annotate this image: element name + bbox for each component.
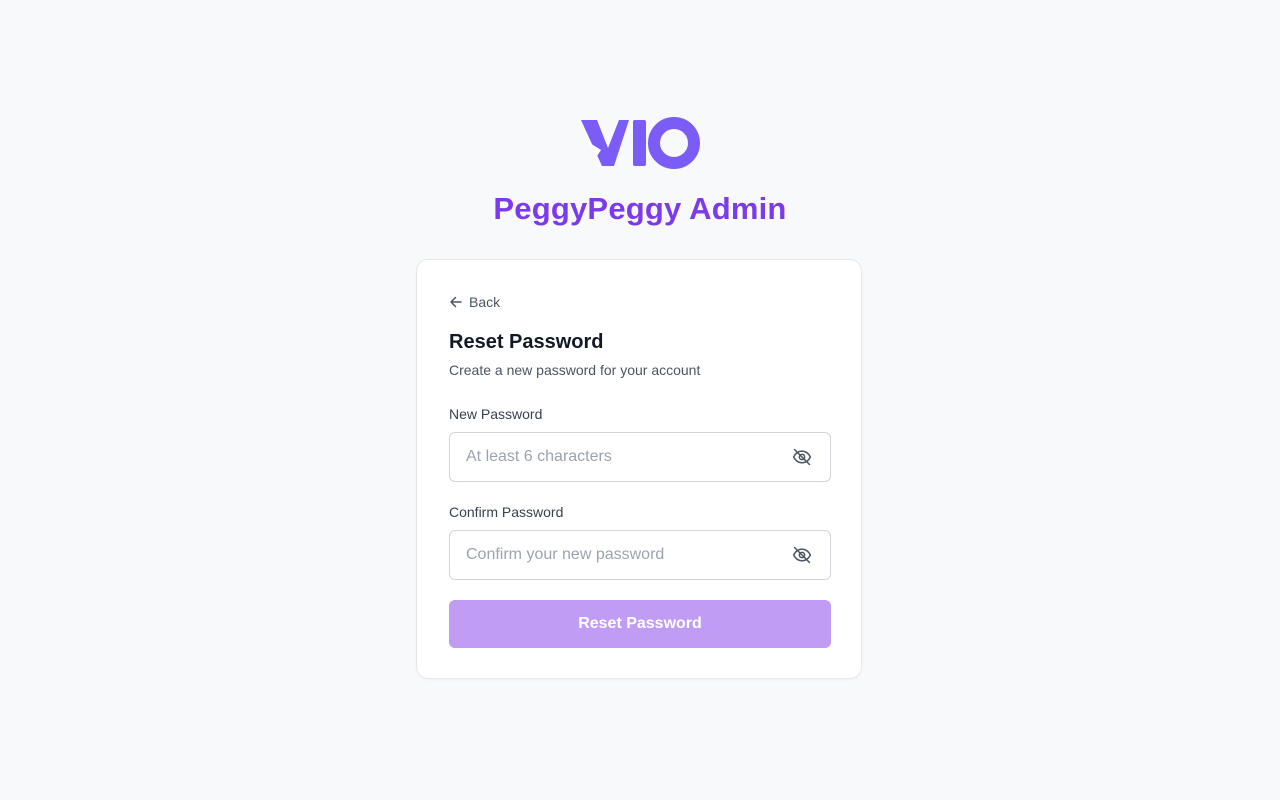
- reset-password-button[interactable]: Reset Password: [449, 600, 831, 648]
- reset-password-card: Back Reset Password Create a new passwor…: [416, 259, 862, 679]
- new-password-label: New Password: [449, 406, 543, 422]
- confirm-password-input[interactable]: [450, 531, 780, 579]
- page-title: Reset Password: [449, 331, 604, 353]
- page-subtitle: Create a new password for your account: [449, 362, 701, 378]
- reset-password-page: PeggyPeggy Admin Back Reset Password Cre…: [0, 0, 1280, 800]
- confirm-password-field-wrapper: [449, 530, 831, 580]
- confirm-password-label: Confirm Password: [449, 504, 564, 520]
- new-password-field-wrapper: [449, 432, 831, 482]
- new-password-input[interactable]: [450, 433, 780, 481]
- eye-off-icon[interactable]: [792, 447, 812, 467]
- back-link-label: Back: [469, 294, 501, 310]
- vio-logo: [581, 117, 700, 169]
- arrow-left-icon: [450, 296, 462, 308]
- app-title: PeggyPeggy Admin: [493, 191, 787, 226]
- eye-off-icon[interactable]: [792, 545, 812, 565]
- back-link[interactable]: Back: [449, 293, 500, 311]
